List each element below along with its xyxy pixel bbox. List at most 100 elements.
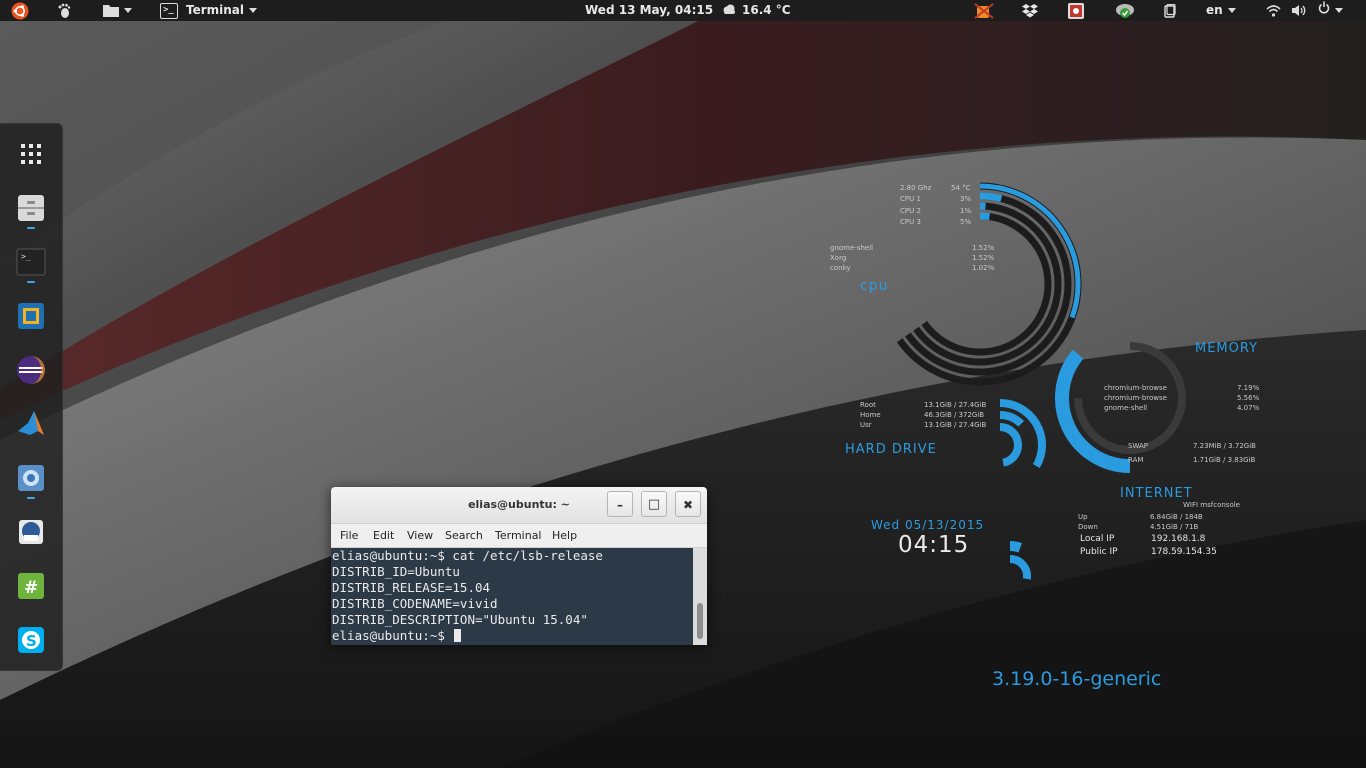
close-button[interactable]: ✖ [675, 491, 701, 517]
skype-icon[interactable]: S [16, 625, 46, 655]
download-label: Down [1078, 523, 1098, 531]
terminal-output[interactable]: elias@ubuntu:~$ cat /etc/lsb-release DIS… [331, 548, 693, 645]
conky-system-monitor: 2.80 Ghz 54 °C CPU 1 3% CPU 2 1% CPU 3 5… [0, 0, 1366, 768]
svg-text:>_: >_ [21, 252, 31, 261]
hashtag-app-icon[interactable]: # [16, 571, 46, 601]
menu-help[interactable]: Help [552, 529, 577, 542]
cpu-core-label: CPU 1 [900, 195, 921, 203]
running-indicator [27, 227, 35, 229]
conky-date: Wed 05/13/2015 [871, 518, 985, 532]
clock-ring-fill [1009, 541, 1022, 553]
cpu-temperature: 54 °C [951, 184, 971, 192]
disk-label: Home [860, 411, 881, 419]
menu-search[interactable]: Search [445, 529, 483, 542]
terminal-line: DISTRIB_ID=Ubuntu [332, 564, 460, 579]
virtualbox-icon[interactable] [16, 301, 46, 331]
matlab-icon[interactable] [16, 409, 46, 439]
svg-text:#: # [24, 578, 38, 598]
cpu-process-value: 1.52% [972, 244, 995, 252]
memory-title: MEMORY [1195, 341, 1259, 356]
places-menu[interactable] [103, 0, 132, 21]
app-menu-label: Terminal [186, 3, 245, 17]
terminal-prompt-line: elias@ubuntu:~$ [332, 628, 462, 644]
chevron-down-icon [249, 8, 258, 13]
public-ip-value: 178.59.154.35 [1151, 547, 1217, 557]
files-icon[interactable] [16, 193, 46, 223]
cpu-ring-fill [979, 192, 1003, 203]
public-ip-label: Public IP [1080, 547, 1118, 557]
maximize-button[interactable]: □ [641, 491, 667, 517]
top-panel: >_ Terminal Wed 13 May, 04:15 16.4 °C en [0, 0, 1366, 21]
memory-process-value: 7.19% [1237, 384, 1260, 392]
terminal-line: DISTRIB_CODENAME=vivid [332, 596, 498, 611]
terminal-icon: >_ [160, 2, 178, 19]
show-applications-icon[interactable] [16, 139, 46, 169]
thunderbird-icon[interactable] [16, 517, 46, 547]
language-label: en [1206, 3, 1223, 17]
running-indicator [27, 497, 35, 499]
cpu-process-value: 1.02% [972, 264, 995, 272]
power-menu[interactable] [1318, 0, 1343, 21]
memory-process-name: chromium-browse [1104, 384, 1167, 392]
cpu-core-value: 1% [960, 207, 972, 215]
update-icon[interactable] [1115, 0, 1135, 21]
terminal-scrollbar[interactable] [693, 548, 707, 645]
download-value: 4.51GiB / 71B [1150, 523, 1199, 531]
cpu-core-value: 5% [960, 218, 972, 226]
wifi-connection: WIFI msfconsole [1183, 501, 1240, 509]
volume-icon[interactable] [1291, 0, 1307, 21]
memory-process-name: chromium-browse [1104, 394, 1167, 402]
terminal-line: elias@ubuntu:~$ cat /etc/lsb-release [332, 548, 603, 563]
maximize-icon: □ [647, 497, 661, 512]
upload-label: Up [1078, 513, 1088, 521]
swap-value: 7.23MiB / 3.72GiB [1193, 442, 1256, 450]
dropbox-icon[interactable] [1021, 0, 1039, 21]
cpu-ring-fill [979, 212, 990, 221]
conky-time: 04:15 [898, 532, 970, 558]
svg-text:S: S [26, 632, 37, 650]
menu-file[interactable]: File [340, 529, 358, 542]
memory-process-value: 4.07% [1237, 404, 1260, 412]
chevron-down-icon [1227, 8, 1236, 13]
screenshot-icon[interactable] [1067, 0, 1085, 21]
cpu-process-value: 1.52% [972, 254, 995, 262]
disk-label: Usr [860, 421, 872, 429]
terminal-app-icon[interactable]: >_ [16, 247, 46, 277]
ubuntu-logo-icon[interactable] [11, 0, 29, 21]
eclipse-icon[interactable] [16, 355, 46, 385]
language-indicator[interactable]: en [1206, 0, 1236, 21]
hard-drive-title: HARD DRIVE [845, 442, 937, 457]
panel-clock[interactable]: Wed 13 May, 04:15 [585, 0, 713, 21]
terminal-prompt: elias@ubuntu:~$ [332, 628, 453, 643]
cpu-core-label: CPU 2 [900, 207, 921, 215]
local-ip-label: Local IP [1080, 534, 1115, 544]
clipboard-icon[interactable] [1164, 0, 1176, 21]
chevron-down-icon [1335, 8, 1343, 13]
menu-terminal[interactable]: Terminal [495, 529, 542, 542]
menu-view[interactable]: View [407, 529, 433, 542]
scrollbar-thumb[interactable] [697, 603, 703, 639]
terminal-line: DISTRIB_DESCRIPTION="Ubuntu 15.04" [332, 612, 588, 627]
memory-process-value: 5.56% [1237, 394, 1260, 402]
terminal-line: DISTRIB_RELEASE=15.04 [332, 580, 491, 595]
cpu-frequency: 2.80 Ghz [900, 184, 932, 192]
terminal-window[interactable]: elias@ubuntu: ~ – □ ✖ File Edit View Sea… [331, 487, 707, 645]
menu-edit[interactable]: Edit [373, 529, 394, 542]
weather-indicator[interactable]: 16.4 °C [722, 0, 791, 21]
disk-ring-fill [999, 411, 1025, 427]
minimize-button[interactable]: – [607, 491, 633, 517]
app-menu-terminal[interactable]: >_ Terminal [160, 0, 258, 21]
window-titlebar[interactable]: elias@ubuntu: ~ – □ ✖ [331, 487, 707, 524]
chromium-icon[interactable] [16, 463, 46, 493]
caffeine-icon[interactable] [973, 0, 995, 21]
close-icon: ✖ [682, 498, 694, 512]
disk-ring-fill [999, 423, 1022, 467]
cloud-icon [722, 0, 736, 21]
wifi-icon[interactable] [1266, 0, 1281, 21]
running-indicator [27, 281, 35, 283]
ram-label: RAM [1128, 456, 1144, 464]
disk-label: Root [860, 401, 876, 409]
terminal-menubar: File Edit View Search Terminal Help [331, 524, 707, 548]
swap-label: SWAP [1128, 442, 1148, 450]
gnome-foot-icon[interactable] [57, 0, 71, 21]
